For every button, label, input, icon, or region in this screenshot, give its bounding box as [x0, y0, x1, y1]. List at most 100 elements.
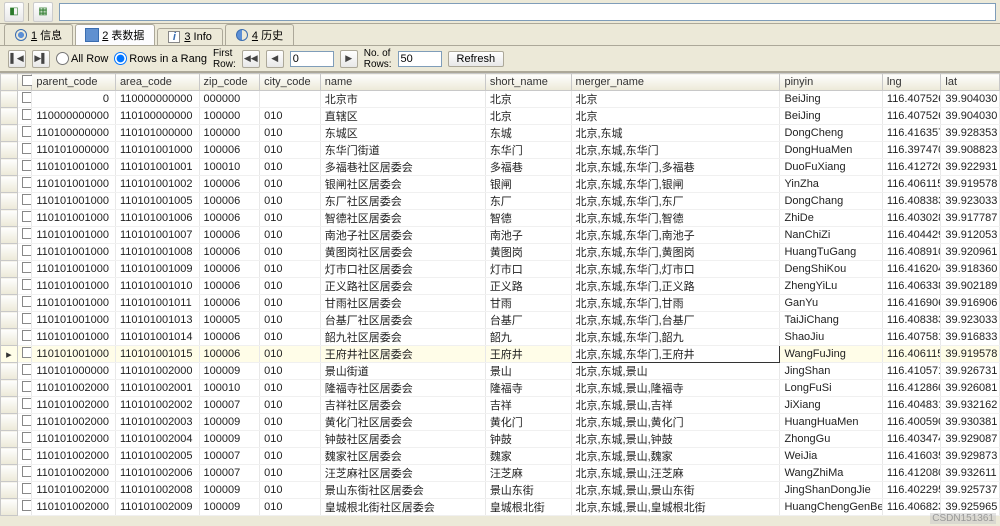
cell[interactable]: 110101002005 [115, 448, 199, 465]
address-bar[interactable] [59, 3, 996, 21]
cell[interactable]: 北京 [571, 91, 780, 108]
cell[interactable]: 110101001000 [32, 278, 116, 295]
cell[interactable]: 110101002000 [32, 414, 116, 431]
cell[interactable]: WeiJia [780, 448, 882, 465]
cell[interactable]: 北京,东城,东华门,甘雨 [571, 295, 780, 312]
cell[interactable]: 116.402295 [882, 482, 941, 499]
cell[interactable]: 北京,东城,景山,隆福寺 [571, 380, 780, 397]
cell[interactable]: 银闸 [485, 176, 571, 193]
table-row[interactable]: 110101001000110101001005100006010东厂社区居委会… [1, 193, 1000, 210]
row-header[interactable] [1, 193, 18, 210]
cell[interactable]: ShaoJiu [780, 329, 882, 346]
row-checkbox[interactable] [17, 312, 32, 329]
column-header-area_code[interactable]: area_code [115, 74, 199, 91]
cell[interactable]: 100005 [199, 312, 260, 329]
row-header[interactable] [1, 142, 18, 159]
row-header[interactable] [1, 227, 18, 244]
table-row[interactable]: 110101002000110101002005100007010魏家社区居委会… [1, 448, 1000, 465]
cell[interactable]: 116.410571 [882, 363, 941, 380]
cell[interactable]: 100007 [199, 448, 260, 465]
tab-3-Info[interactable]: i3 Info [157, 28, 223, 45]
row-checkbox[interactable] [17, 499, 32, 516]
cell[interactable]: 东厂社区居委会 [320, 193, 485, 210]
column-header-merger_name[interactable]: merger_name [571, 74, 780, 91]
table-row[interactable]: 110101001000110101001006100006010智德社区居委会… [1, 210, 1000, 227]
cell[interactable]: 100006 [199, 329, 260, 346]
cell[interactable]: 北京,东城,东华门,王府井 [571, 346, 780, 363]
cell[interactable]: 116.407526 [882, 91, 941, 108]
cell[interactable]: 010 [260, 363, 321, 380]
row-checkbox[interactable] [17, 448, 32, 465]
cell[interactable]: WangZhiMa [780, 465, 882, 482]
row-checkbox[interactable] [17, 329, 32, 346]
cell[interactable]: 北京,东城,东华门,灯市口 [571, 261, 780, 278]
cell[interactable]: LongFuSi [780, 380, 882, 397]
cell[interactable]: 010 [260, 159, 321, 176]
cell[interactable]: 116.416035 [882, 448, 941, 465]
cell[interactable]: 100010 [199, 159, 260, 176]
row-checkbox[interactable] [17, 210, 32, 227]
column-header-lat[interactable]: lat [941, 74, 1000, 91]
cell[interactable]: 110101002003 [115, 414, 199, 431]
cell[interactable]: 北京 [485, 108, 571, 125]
row-header[interactable] [1, 465, 18, 482]
cell[interactable]: 黄化门 [485, 414, 571, 431]
cell[interactable]: 100006 [199, 227, 260, 244]
cell[interactable]: 灯市口 [485, 261, 571, 278]
table-row[interactable]: 110101001000110101001014100006010韶九社区居委会… [1, 329, 1000, 346]
cell[interactable]: 116.412860 [882, 380, 941, 397]
row-checkbox[interactable] [17, 414, 32, 431]
tab-4-历史[interactable]: 4 历史 [225, 24, 294, 45]
cell[interactable]: 直辖区 [320, 108, 485, 125]
cell[interactable]: 010 [260, 108, 321, 125]
row-header[interactable] [1, 295, 18, 312]
cell[interactable]: 吉祥 [485, 397, 571, 414]
table-row[interactable]: 0110000000000000000北京市北京北京BeiJing116.407… [1, 91, 1000, 108]
cell[interactable]: 010 [260, 397, 321, 414]
cell[interactable]: 010 [260, 448, 321, 465]
cell[interactable]: 王府井 [485, 346, 571, 363]
cell[interactable]: 110101002000 [115, 363, 199, 380]
row-header[interactable]: ▸ [1, 346, 18, 363]
cell[interactable]: 39.928353 [941, 125, 1000, 142]
check-column-header[interactable] [17, 74, 32, 91]
cell[interactable]: 银闸社区居委会 [320, 176, 485, 193]
table-row[interactable]: 110101001000110101001013100005010台基厂社区居委… [1, 312, 1000, 329]
data-grid[interactable]: parent_codearea_codezip_codecity_codenam… [0, 72, 1000, 516]
cell[interactable]: 116.406115 [882, 346, 941, 363]
tb-btn-1[interactable]: ◧ [4, 2, 24, 22]
row-header[interactable] [1, 516, 18, 517]
cell[interactable]: 39.932162 [941, 397, 1000, 414]
cell[interactable]: 116.397470 [882, 142, 941, 159]
cell[interactable]: 韶九 [485, 329, 571, 346]
prev-page-button[interactable]: ▌◀ [8, 50, 26, 68]
row-header[interactable] [1, 397, 18, 414]
table-row[interactable]: 110101001000110101001009100006010灯市口社区居委… [1, 261, 1000, 278]
range-radio[interactable]: Rows in a Rang [114, 52, 207, 65]
cell[interactable]: 100007 [199, 397, 260, 414]
cell[interactable]: 黄图岗 [485, 244, 571, 261]
cell[interactable]: 北京,东城 [571, 125, 780, 142]
cell[interactable]: 010 [260, 176, 321, 193]
column-header-zip_code[interactable]: zip_code [199, 74, 260, 91]
cell[interactable]: 110101001006 [115, 210, 199, 227]
cell[interactable]: 南池子社区居委会 [320, 227, 485, 244]
cell[interactable]: 010 [260, 142, 321, 159]
cell[interactable]: 110101002000 [32, 397, 116, 414]
row-checkbox[interactable] [17, 227, 32, 244]
refresh-button[interactable]: Refresh [448, 51, 505, 67]
cell[interactable]: 北京,东城,东华门,智德 [571, 210, 780, 227]
row-checkbox[interactable] [17, 431, 32, 448]
row-checkbox[interactable] [17, 261, 32, 278]
cell[interactable]: 北京,东城,东华门,南池子 [571, 227, 780, 244]
cell[interactable]: 100006 [199, 142, 260, 159]
table-row[interactable]: ▸110101001000110101001015100006010王府井社区居… [1, 346, 1000, 363]
cell[interactable]: 100009 [199, 431, 260, 448]
cell[interactable]: 100006 [199, 295, 260, 312]
cell[interactable]: HuangTuGang [780, 244, 882, 261]
cell[interactable]: 010 [260, 346, 321, 363]
column-header-name[interactable]: name [320, 74, 485, 91]
column-header-city_code[interactable]: city_code [260, 74, 321, 91]
cell[interactable]: 110101002006 [115, 465, 199, 482]
cell[interactable]: 东城区 [320, 125, 485, 142]
